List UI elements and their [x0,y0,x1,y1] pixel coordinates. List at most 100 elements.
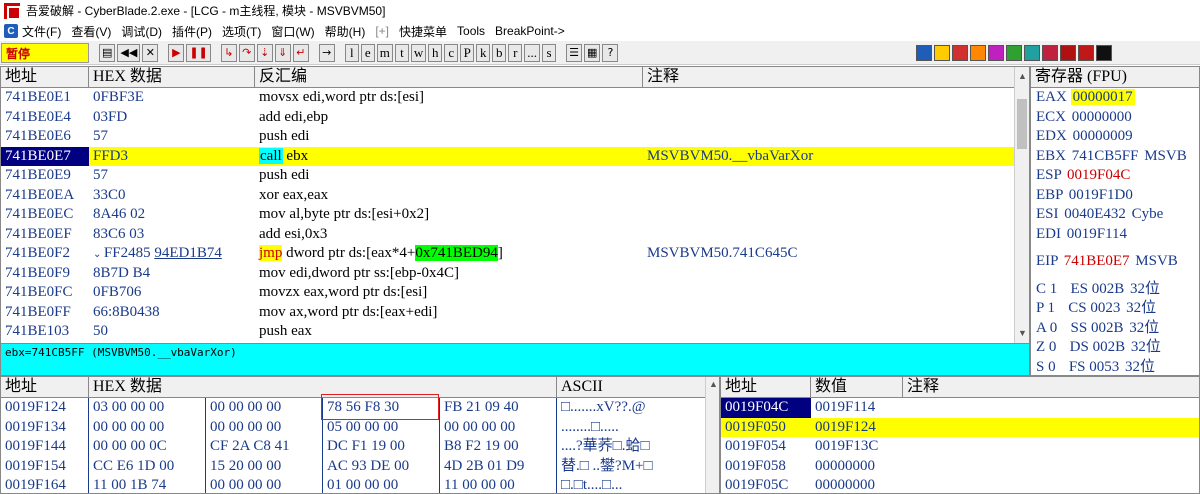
register-ecx[interactable]: ECX 00000000 [1031,108,1199,128]
plugin-icon-2[interactable] [934,44,951,61]
toolbar-letter-k[interactable]: k [476,43,491,62]
col-header-comment[interactable]: 注释 [643,67,1015,87]
register-ebp[interactable]: EBP 0019F1D0 [1031,186,1199,206]
register-eip[interactable]: EIP 741BE0E7 MSVB [1031,252,1199,272]
toolbar-letter-m[interactable]: m [376,43,393,62]
table-row[interactable]: 0019F050 0019F124 [721,417,1199,437]
menu-breakpoint[interactable]: BreakPoint-> [495,24,565,38]
jump-target-link[interactable]: 94ED1B74 [154,245,222,261]
toolbar-letter-c[interactable]: c [444,43,459,62]
plugin-icon-8[interactable] [1042,44,1059,61]
table-row[interactable]: 741BE0EA 33C0 xor eax,eax [1,186,1029,206]
menu-file[interactable]: 文件(F) [22,23,61,40]
table-row[interactable]: 741BE103 50 push eax [1,322,1029,342]
table-row[interactable]: 741BE0E4 03FD add edi,ebp [1,108,1029,128]
disassembly-scrollbar[interactable]: ▲ ▼ [1014,67,1029,343]
table-row[interactable]: 741BE0F2 ⌄ FF2485 94ED1B74 jmp dword ptr… [1,244,1029,264]
table-row[interactable]: 741BE0EF 83C6 03 add esi,0x3 [1,225,1029,245]
menu-help[interactable]: 帮助(H) [325,23,366,40]
flag-a[interactable]: A 0 SS 002B 32位 [1031,319,1199,339]
plugin-icon-5[interactable] [988,44,1005,61]
toolbar-letter-e[interactable]: e [360,43,375,62]
table-row[interactable]: 0019F054 0019F13C [721,437,1199,457]
help-icon[interactable]: ? [602,43,619,62]
plugin-icon-9[interactable] [1060,44,1077,61]
table-row[interactable]: 741BE0EC 8A46 02 mov al,byte ptr ds:[esi… [1,205,1029,225]
table-row[interactable]: 741BE0E1 0FBF3E movsx edi,word ptr ds:[e… [1,88,1029,108]
col-header-value[interactable]: 数值 [811,377,903,397]
plugin-icon-1[interactable] [916,44,933,61]
toolbar-letter-t[interactable]: t [394,43,409,62]
col-header-ascii[interactable]: ASCII [557,377,707,397]
table-row[interactable]: 0019F154 CC E6 1D 00 15 20 00 00 AC 93 D… [1,456,719,476]
plugin-icon-3[interactable] [952,44,969,61]
list-icon[interactable]: ☰ [566,43,583,62]
plugin-icon-4[interactable] [970,44,987,61]
execute-till-return-icon[interactable]: ↵ [292,43,309,62]
dump-scrollbar[interactable]: ▲ [705,377,719,493]
table-row[interactable]: 0019F124 03 00 00 00 00 00 00 00 78 56 F… [1,398,719,418]
plugin-icon-6[interactable] [1006,44,1023,61]
plugin-icon-10[interactable] [1078,44,1095,61]
toolbar-letter-p[interactable]: P [460,43,475,62]
window-menu-icon[interactable]: C [4,24,18,38]
table-row[interactable]: 0019F134 00 00 00 00 00 00 00 00 05 00 0… [1,417,719,437]
flag-z[interactable]: Z 0 DS 002B 32位 [1031,338,1199,358]
toolbar-letter-s[interactable]: s [542,43,557,62]
rewind-icon[interactable]: ◀◀ [117,43,141,62]
flag-s[interactable]: S 0 FS 0053 32位 [1031,358,1199,376]
register-ebx[interactable]: EBX 741CB5FF MSVB [1031,147,1199,167]
trace-into-icon[interactable]: ⇣ [256,43,273,62]
col-header-comment[interactable]: 注释 [903,377,1199,397]
step-into-icon[interactable]: ↳ [220,43,237,62]
table-row[interactable]: 741BE0FF 66:8B0438 mov ax,word ptr ds:[e… [1,303,1029,323]
menu-tools[interactable]: Tools [457,24,485,38]
table-row[interactable]: 0019F058 00000000 [721,457,1199,477]
menu-debug[interactable]: 调试(D) [121,23,162,40]
col-header-disasm[interactable]: 反汇编 [255,67,643,87]
scroll-up-icon[interactable]: ▲ [706,379,719,389]
col-header-address[interactable]: 地址 [721,377,811,397]
register-edx[interactable]: EDX 00000009 [1031,127,1199,147]
col-header-hex[interactable]: HEX 数据 [89,67,255,87]
table-row-current[interactable]: 741BE0E7 FFD3 call ebx MSVBVM50.__vbaVar… [1,146,1029,166]
menu-shortcuts[interactable]: 快捷菜单 [399,23,447,40]
scroll-thumb[interactable] [1017,99,1027,149]
toolbar-letter-r[interactable]: r [508,43,523,62]
open-file-icon[interactable]: ▤ [99,43,116,62]
window-icon[interactable]: ▦ [584,43,601,62]
register-eax[interactable]: EAX 00000017 [1031,88,1199,108]
registers-title[interactable]: 寄存器 (FPU) [1031,67,1199,87]
flag-c[interactable]: C 1 ES 002B 32位 [1031,280,1199,300]
goto-icon[interactable]: → [318,43,335,62]
col-header-address[interactable]: 地址 [1,67,89,87]
toolbar-letter-b[interactable]: b [492,43,507,62]
table-row[interactable]: 741BE0E6 57 push edi [1,127,1029,147]
scroll-down-icon[interactable]: ▼ [1015,326,1029,341]
register-edi[interactable]: EDI 0019F114 [1031,225,1199,245]
plugin-icon-7[interactable] [1024,44,1041,61]
table-row[interactable]: 741BE0E9 57 push edi [1,166,1029,186]
register-esi[interactable]: ESI 0040E432 Cybe [1031,205,1199,225]
menu-plus[interactable]: [+] [375,24,389,38]
pause-icon[interactable]: ❚❚ [186,43,211,62]
menu-view[interactable]: 查看(V) [71,23,111,40]
scroll-up-icon[interactable]: ▲ [1015,69,1029,84]
table-row[interactable]: 0019F04C 0019F114 [721,398,1199,418]
table-row[interactable]: 0019F144 00 00 00 0C CF 2A C8 41 DC F1 1… [1,437,719,457]
toolbar-letter-w[interactable]: w [410,43,427,62]
col-header-address[interactable]: 地址 [1,377,89,397]
menu-options[interactable]: 选项(T) [222,23,261,40]
toolbar-letter-h[interactable]: h [428,43,443,62]
menu-plugins[interactable]: 插件(P) [172,23,212,40]
table-row[interactable]: 741BE0FC 0FB706 movzx eax,word ptr ds:[e… [1,283,1029,303]
col-header-hex[interactable]: HEX 数据 [89,377,557,397]
run-icon[interactable]: ▶ [168,43,185,62]
table-row[interactable]: 0019F164 11 00 1B 74 00 00 00 00 01 00 0… [1,476,719,493]
close-icon[interactable]: ✕ [142,43,159,62]
toolbar-letter-l[interactable]: l [344,43,359,62]
table-row[interactable]: 741BE0F9 8B7D B4 mov edi,dword ptr ss:[e… [1,264,1029,284]
flag-p[interactable]: P 1 CS 0023 32位 [1031,299,1199,319]
trace-over-icon[interactable]: ⇓ [274,43,291,62]
register-esp[interactable]: ESP 0019F04C [1031,166,1199,186]
